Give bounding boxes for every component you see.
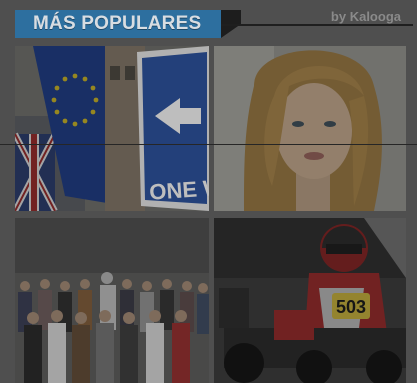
kart-number: 503 [336, 297, 366, 317]
popular-item-eu-flag[interactable]: ONE WA [15, 46, 209, 211]
horizontal-rule [0, 144, 417, 145]
kart-racer-thumbnail: 503 [214, 218, 406, 383]
popular-item-group-photo[interactable] [15, 218, 209, 383]
widget-header: MÁS POPULARES by Kalooga [0, 0, 417, 44]
portrait-thumbnail [214, 46, 406, 211]
popular-item-kart-racer[interactable]: 503 [214, 218, 406, 383]
section-title: MÁS POPULARES [15, 10, 221, 38]
header-divider [221, 24, 413, 26]
eu-flag-thumbnail: ONE WA [15, 46, 209, 211]
group-photo-thumbnail [15, 218, 209, 383]
one-way-sign-text: ONE WA [149, 174, 209, 205]
popular-item-portrait[interactable] [214, 46, 406, 211]
provider-label[interactable]: by Kalooga [331, 9, 401, 24]
